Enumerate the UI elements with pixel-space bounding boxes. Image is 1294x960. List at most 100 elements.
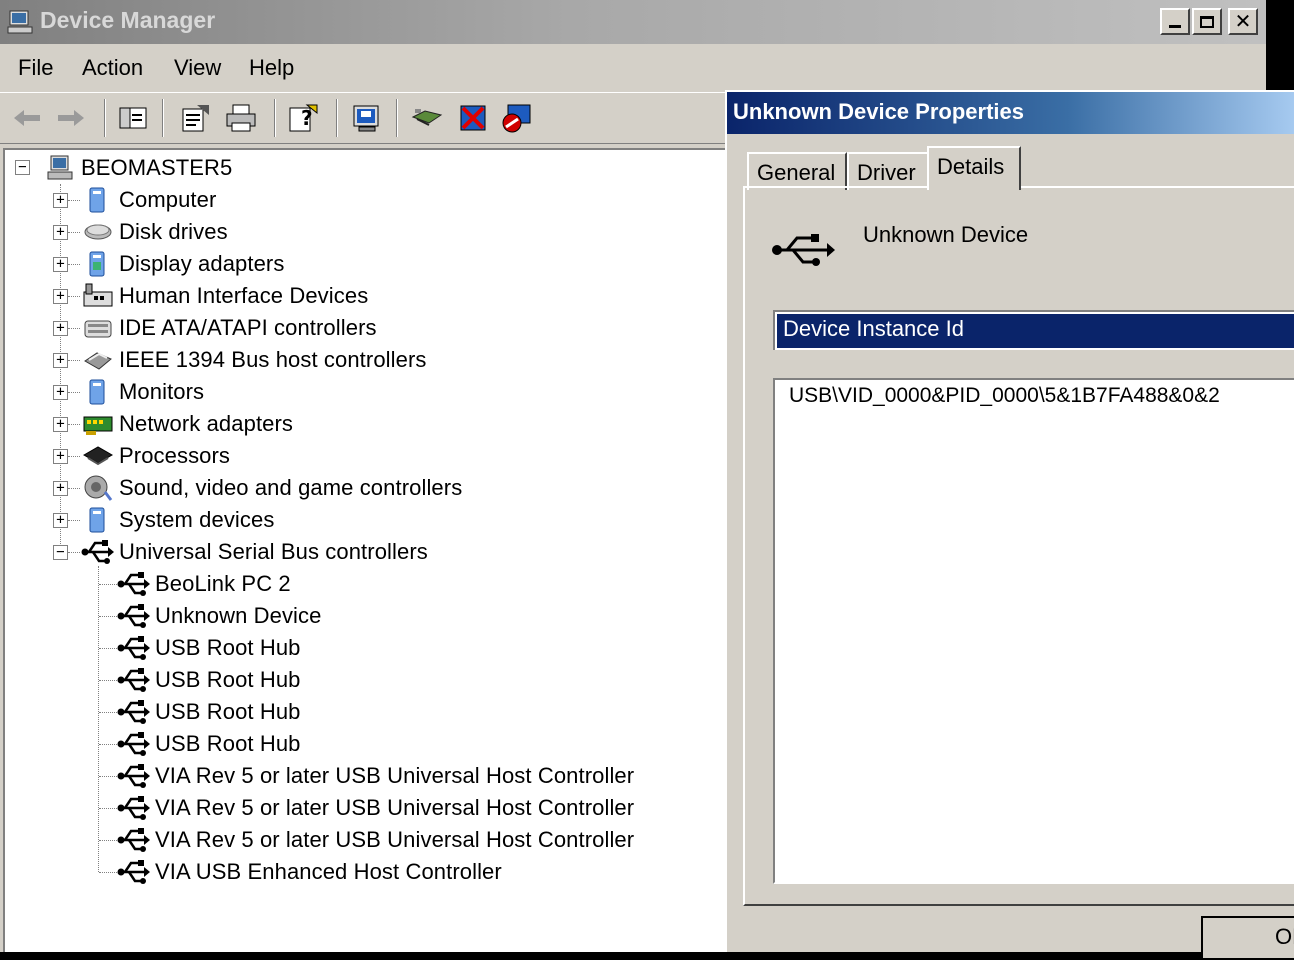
tree-category-ieee-1394-bus-host-controllers[interactable]: IEEE 1394 Bus host controllers [81, 344, 427, 376]
scan-hardware-icon [411, 109, 443, 126]
usb-icon [81, 537, 115, 567]
device-tree[interactable]: − BEOMASTER5 Computer Disk drives Display … [3, 148, 725, 952]
update-driver-button[interactable] [350, 101, 384, 135]
tree-connector [99, 584, 117, 585]
tree-connector [68, 296, 80, 297]
tree-category-human-interface-devices[interactable]: Human Interface Devices [81, 280, 368, 312]
property-value[interactable]: USB\VID_0000&PID_0000\5&1B7FA488&0&2 [789, 384, 1220, 408]
menu-action[interactable]: Action [82, 55, 143, 81]
tree-category-processors[interactable]: Processors [81, 440, 230, 472]
dialog-titlebar[interactable]: Unknown Device Properties [727, 92, 1294, 134]
expand-toggle-monitors[interactable]: + [53, 385, 68, 400]
tree-category-network-adapters[interactable]: Network adapters [81, 408, 293, 440]
computer-root-icon [43, 153, 77, 183]
hid-icon [81, 281, 115, 311]
usb-device-icon [117, 761, 151, 791]
tree-usb-device[interactable]: VIA Rev 5 or later USB Universal Host Co… [117, 792, 634, 824]
tree-connector [68, 488, 80, 489]
svg-text:?: ? [301, 106, 313, 130]
tree-connector [99, 808, 117, 809]
close-icon: ✕ [1234, 11, 1252, 33]
toolbar-separator [104, 99, 106, 137]
expand-toggle-ide-ata-atapi-controllers[interactable]: + [53, 321, 68, 336]
forward-arrow-icon [58, 110, 84, 126]
category-label: Computer [119, 187, 217, 212]
expand-toggle-display-adapters[interactable]: + [53, 257, 68, 272]
forward-button[interactable] [54, 101, 88, 135]
scan-hardware-button[interactable] [410, 101, 444, 135]
menu-help[interactable]: Help [249, 55, 294, 81]
expand-toggle-computer[interactable]: + [53, 193, 68, 208]
tree-category-system-devices[interactable]: System devices [81, 504, 274, 536]
tree-category-sound-video-and-game-controllers[interactable]: Sound, video and game controllers [81, 472, 462, 504]
tree-usb-device[interactable]: USB Root Hub [117, 696, 301, 728]
show-hide-console-tree-icon [119, 107, 147, 129]
tree-usb-device[interactable]: USB Root Hub [117, 664, 301, 696]
tree-category-display-adapters[interactable]: Display adapters [81, 248, 284, 280]
expand-toggle-ieee-1394-bus-host-controllers[interactable]: + [53, 353, 68, 368]
back-button[interactable] [10, 101, 44, 135]
property-value-list[interactable]: USB\VID_0000&PID_0000\5&1B7FA488&0&2 [773, 378, 1294, 884]
tree-connector [68, 552, 80, 553]
print-button[interactable] [224, 101, 258, 135]
tree-category-monitors[interactable]: Monitors [81, 376, 204, 408]
tree-root[interactable]: BEOMASTER5 [43, 152, 232, 184]
tree-usb-device[interactable]: USB Root Hub [117, 728, 301, 760]
tree-usb-device[interactable]: USB Root Hub [117, 632, 301, 664]
tree-connector [99, 712, 117, 713]
property-selected-value: Device Instance Id [777, 314, 1294, 348]
tab-details[interactable]: Details [927, 146, 1021, 190]
expand-toggle-human-interface-devices[interactable]: + [53, 289, 68, 304]
property-dropdown[interactable]: Device Instance Id [773, 310, 1294, 350]
dialog-title: Unknown Device Properties [733, 99, 1024, 124]
tab-general[interactable]: General [747, 152, 847, 190]
expand-toggle-universal-serial-bus-controllers[interactable]: − [53, 545, 68, 560]
tree-usb-device[interactable]: VIA USB Enhanced Host Controller [117, 856, 502, 888]
expand-toggle-processors[interactable]: + [53, 449, 68, 464]
device-manager-titlebar[interactable]: Device Manager ✕ [0, 0, 1266, 44]
usb-device-icon [117, 857, 151, 887]
disable-button[interactable] [500, 101, 534, 135]
uninstall-button[interactable] [456, 101, 490, 135]
uninstall-icon [460, 105, 486, 131]
expand-toggle-disk-drives[interactable]: + [53, 225, 68, 240]
show-hide-console-tree-button[interactable] [116, 101, 150, 135]
monitor-icon [353, 105, 379, 132]
toolbar-separator [162, 99, 164, 137]
usb-device-icon [117, 697, 151, 727]
print-icon [226, 104, 256, 132]
expand-toggle-sound-video-and-game-controllers[interactable]: + [53, 481, 68, 496]
tree-connector [99, 744, 117, 745]
maximize-button[interactable] [1192, 8, 1222, 35]
expand-toggle-network-adapters[interactable]: + [53, 417, 68, 432]
tree-category-disk-drives[interactable]: Disk drives [81, 216, 228, 248]
tree-connector [68, 520, 80, 521]
tree-usb-device[interactable]: VIA Rev 5 or later USB Universal Host Co… [117, 824, 634, 856]
usb-device-icon [117, 665, 151, 695]
expand-toggle-system-devices[interactable]: + [53, 513, 68, 528]
tree-usb-device[interactable]: Unknown Device [117, 600, 321, 632]
collapse-root-toggle[interactable]: − [15, 160, 30, 175]
tree-category-computer[interactable]: Computer [81, 184, 216, 216]
minimize-button[interactable] [1160, 8, 1190, 35]
category-label: Human Interface Devices [119, 283, 369, 308]
tree-category-universal-serial-bus-controllers[interactable]: Universal Serial Bus controllers [81, 536, 428, 568]
device-label: Unknown Device [155, 603, 322, 628]
close-button[interactable]: ✕ [1228, 8, 1258, 35]
device-label: VIA Rev 5 or later USB Universal Host Co… [155, 827, 635, 852]
category-label: IDE ATA/ATAPI controllers [119, 315, 377, 340]
ok-button[interactable]: OK [1201, 916, 1294, 960]
tree-category-ide-ata-atapi-controllers[interactable]: IDE ATA/ATAPI controllers [81, 312, 377, 344]
network-adapter-icon [81, 409, 115, 439]
menu-file[interactable]: File [18, 55, 53, 81]
tree-connector [99, 872, 117, 873]
properties-button[interactable] [178, 101, 212, 135]
usb-device-icon [117, 825, 151, 855]
tab-driver[interactable]: Driver [847, 152, 929, 190]
tree-usb-device[interactable]: VIA Rev 5 or later USB Universal Host Co… [117, 760, 634, 792]
disable-icon [502, 104, 531, 133]
help-button[interactable]: ? [286, 101, 320, 135]
menu-view[interactable]: View [174, 55, 221, 81]
help-icon: ? [289, 104, 318, 132]
tree-usb-device[interactable]: BeoLink PC 2 [117, 568, 291, 600]
